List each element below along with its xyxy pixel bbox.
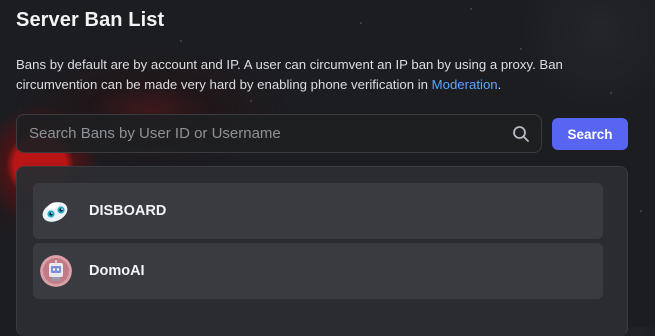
ban-username: DomoAI (89, 263, 145, 279)
ban-list-item[interactable]: DISBOARD (33, 183, 603, 239)
search-icon[interactable] (512, 125, 530, 143)
page-title: Server Ban List (16, 9, 165, 31)
ban-list-description: Bans by default are by account and IP. A… (16, 55, 596, 95)
moderation-link[interactable]: Moderation (432, 77, 498, 92)
disboard-avatar-icon (40, 195, 72, 227)
domoai-avatar-icon (40, 255, 72, 287)
ban-list: DISBOARD DomoAI (16, 166, 628, 336)
search-box (16, 114, 542, 153)
search-button[interactable]: Search (552, 118, 628, 150)
ban-list-item[interactable]: DomoAI (33, 243, 603, 299)
description-suffix: . (497, 77, 502, 92)
ban-username: DISBOARD (89, 203, 167, 219)
search-input[interactable] (17, 115, 512, 152)
